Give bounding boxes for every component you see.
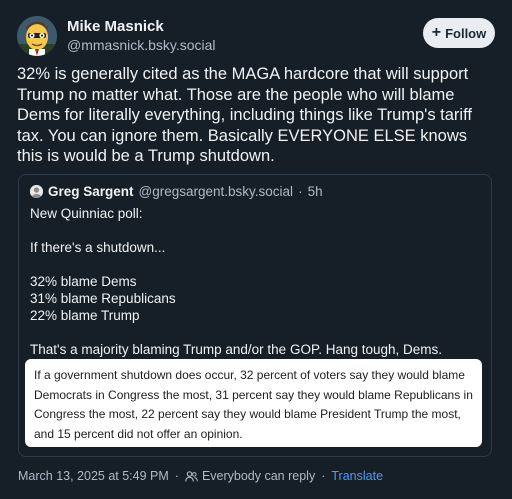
translate-link[interactable]: Translate [331, 469, 383, 483]
image-text-line: If a government shutdown does occur, 32 … [34, 368, 465, 382]
author-handle[interactable]: @mmasnick.bsky.social [67, 36, 216, 54]
author-avatar[interactable] [17, 16, 57, 56]
post-text: 32% is generally cited as the MAGA hardc… [17, 65, 477, 165]
quoted-author-name[interactable]: Greg Sargent [48, 184, 134, 199]
plus-icon: + [431, 24, 442, 41]
author-display-name[interactable]: Mike Masnick [67, 18, 216, 36]
quoted-text-line [30, 256, 480, 273]
quoted-text-line: 22% blame Trump [30, 308, 140, 323]
quoted-post-header: Greg Sargent @gregsargent.bsky.social · … [30, 184, 323, 199]
quoted-avatar-image [30, 185, 43, 198]
quoted-text-line: If there's a shutdown... [30, 240, 166, 255]
footer-separator: · [321, 469, 326, 483]
image-text-line: and 15 percent did not offer an opinion. [34, 426, 243, 441]
post-timestamp[interactable]: March 13, 2025 at 5:49 PM [18, 469, 169, 483]
quoted-post-image[interactable]: If a government shutdown does occur, 32 … [25, 359, 482, 447]
avatar-image [17, 16, 57, 56]
follow-button-label: Follow [445, 25, 487, 41]
quoted-text-line: 31% blame Republicans [30, 291, 176, 306]
quoted-post[interactable]: Greg Sargent @gregsargent.bsky.social · … [18, 174, 492, 457]
post-thread-item: Mike Masnick @mmasnick.bsky.social + Fol… [0, 0, 512, 499]
post-header: Mike Masnick @mmasnick.bsky.social + Fol… [17, 14, 495, 58]
quoted-author-avatar[interactable] [30, 185, 43, 198]
image-text-line: Democrats in Congress the most, 31 perce… [34, 387, 473, 402]
image-text-line: Congress the most, 22 percent say they w… [34, 407, 461, 421]
quoted-post-text: New Quinniac poll: If there's a shutdown… [30, 205, 480, 358]
footer-separator: · [174, 469, 179, 483]
quoted-text-line: That's a majority blaming Trump and/or t… [30, 342, 443, 357]
quoted-text-line [30, 324, 480, 341]
people-icon [185, 470, 198, 482]
reply-setting[interactable]: Everybody can reply [202, 469, 315, 483]
quoted-separator: · [298, 184, 303, 199]
quoted-text-line [30, 222, 480, 239]
post-footer: March 13, 2025 at 5:49 PM · Everybody ca… [18, 469, 383, 483]
author-names: Mike Masnick @mmasnick.bsky.social [67, 18, 216, 54]
quoted-text-line: New Quinniac poll: [30, 206, 143, 221]
quoted-timestamp[interactable]: 5h [308, 184, 323, 199]
follow-button[interactable]: + Follow [423, 18, 495, 48]
quoted-author-handle[interactable]: @gregsargent.bsky.social [139, 184, 294, 199]
quoted-text-line: 32% blame Dems [30, 274, 137, 289]
